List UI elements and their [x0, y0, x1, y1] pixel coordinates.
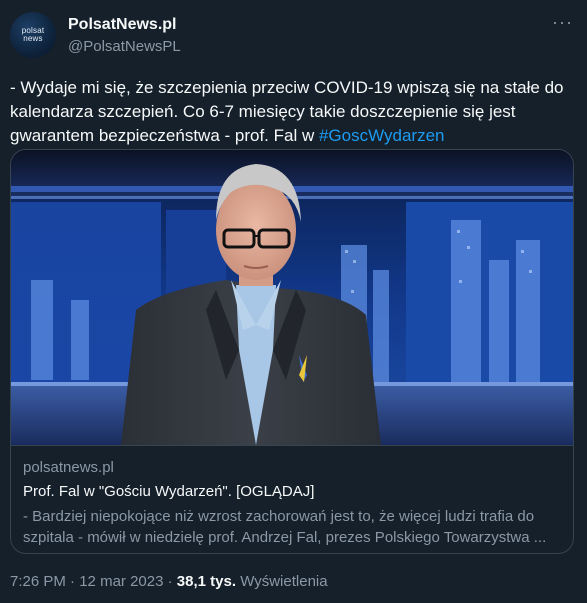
footer-separator: ·: [65, 573, 80, 590]
tweet-text: - Wydaje mi się, że szczepienia przeciw …: [10, 76, 575, 148]
author-name[interactable]: PolsatNews.pl: [68, 16, 176, 34]
author-handle[interactable]: @PolsatNewsPL: [68, 38, 181, 55]
tweet-footer: 7:26 PM · 12 mar 2023 · 38,1 tys. Wyświe…: [10, 573, 328, 590]
hashtag-link[interactable]: #GoscWydarzen: [319, 126, 445, 145]
tweet: polsat news PolsatNews.pl @PolsatNewsPL …: [0, 0, 587, 603]
tweet-time[interactable]: 7:26 PM: [10, 573, 66, 590]
card-description: - Bardziej niepokojące niż wzrost zachor…: [23, 508, 547, 546]
views-label[interactable]: Wyświetlenia: [240, 573, 327, 590]
tweet-date[interactable]: 12 mar 2023: [79, 573, 163, 590]
views-count: 38,1 tys.: [176, 573, 237, 590]
card-image[interactable]: [11, 150, 574, 445]
card-domain: polsatnews.pl: [23, 459, 114, 476]
more-options-icon[interactable]: ···: [552, 12, 573, 33]
avatar[interactable]: polsat news: [10, 12, 56, 58]
footer-separator: ·: [163, 573, 177, 590]
avatar-logo-line2: news: [23, 34, 43, 43]
link-card[interactable]: polsatnews.pl Prof. Fal w "Gościu Wydarz…: [10, 149, 574, 554]
card-title[interactable]: Prof. Fal w "Gościu Wydarzeń". [OGLĄDAJ]: [23, 483, 314, 500]
card-meta[interactable]: polsatnews.pl Prof. Fal w "Gościu Wydarz…: [11, 445, 573, 546]
tweet-body: - Wydaje mi się, że szczepienia przeciw …: [10, 78, 564, 145]
